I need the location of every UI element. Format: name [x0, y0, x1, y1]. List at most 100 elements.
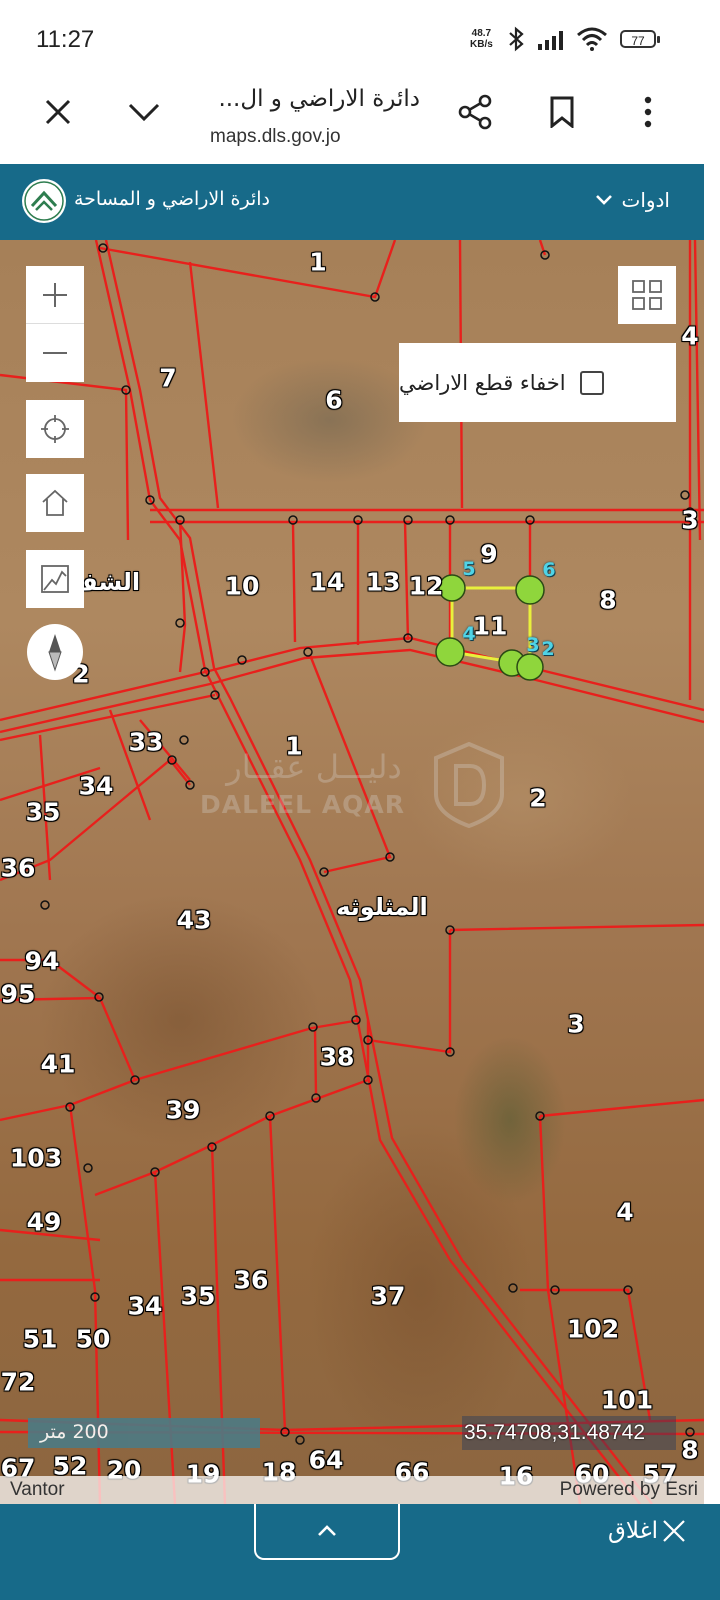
locate-button[interactable] [26, 400, 84, 458]
parcel-label[interactable]: 3 [567, 1010, 584, 1039]
scale-bar: 200 متر [28, 1418, 260, 1448]
watermark-english: DALEEL AQAR [200, 790, 406, 819]
parcel-label[interactable]: 37 [371, 1282, 406, 1311]
more-vert-icon [644, 96, 652, 128]
grid-layers-button[interactable] [618, 266, 676, 324]
share-button[interactable] [448, 76, 504, 148]
status-bar: 11:27 48.7 KB/s 77 [0, 0, 720, 76]
zoom-out-button[interactable] [26, 324, 84, 381]
expand-panel-button[interactable] [254, 1504, 400, 1560]
vertex-label: 2 [541, 638, 555, 660]
parcel-label[interactable]: 49 [27, 1208, 62, 1237]
compass-icon [48, 634, 62, 672]
parcel-label[interactable]: 34 [79, 772, 114, 801]
close-tab-button[interactable] [30, 76, 86, 148]
bookmark-button[interactable] [534, 76, 590, 148]
chevron-up-icon [318, 1525, 336, 1536]
plus-icon [43, 282, 67, 307]
place-label: المثلوثه [336, 893, 428, 921]
chevron-down-icon [596, 195, 613, 205]
parcel-label[interactable]: 39 [166, 1096, 201, 1125]
parcel-label[interactable]: 8 [681, 1436, 698, 1465]
parcel-label[interactable]: 34 [128, 1292, 163, 1321]
parcel-label[interactable]: 35 [26, 798, 61, 827]
app-title: دائرة الاراضي و المساحة [74, 188, 271, 210]
parcel-label[interactable]: 51 [23, 1325, 58, 1354]
parcel-label[interactable]: 8 [599, 586, 616, 615]
grid-icon [632, 280, 662, 310]
chevron-down-icon [128, 103, 160, 122]
parcel-label[interactable]: 14 [310, 568, 345, 597]
parcel-label[interactable]: 38 [320, 1043, 355, 1072]
page-edge [704, 164, 720, 1504]
dls-logo-icon [24, 181, 64, 221]
parcel-label[interactable]: 103 [10, 1144, 62, 1173]
hide-parcels-checkbox[interactable] [579, 370, 604, 395]
parcel-label[interactable]: 9 [480, 540, 497, 569]
close-label: اغلاق [608, 1518, 658, 1544]
page-title: دائرة الاراضي و ال... [218, 86, 420, 112]
vertex-label: 3 [526, 634, 540, 656]
vertex-label: 5 [462, 558, 476, 580]
zoom-in-button[interactable] [26, 266, 84, 324]
parcel-label[interactable]: 43 [177, 906, 212, 935]
parcel-label[interactable]: 36 [1, 854, 36, 883]
parcel-label[interactable]: 3 [681, 506, 698, 535]
basemap-icon [41, 565, 69, 593]
zoom-controls [26, 266, 84, 382]
parcel-label[interactable]: 41 [41, 1050, 76, 1079]
parcel-label[interactable]: 101 [601, 1386, 653, 1415]
parcel-label[interactable]: 4 [616, 1198, 633, 1227]
scale-label: 200 متر [40, 1421, 109, 1443]
parcel-label[interactable]: 36 [234, 1266, 269, 1295]
page-url[interactable]: maps.dls.gov.jo [210, 126, 341, 148]
bottom-bar: اغلاق [0, 1504, 720, 1600]
compass-button[interactable] [27, 624, 83, 680]
parcel-label[interactable]: 64 [309, 1446, 344, 1475]
parcel-label[interactable]: 11 [473, 612, 508, 641]
parcel-label[interactable]: 102 [567, 1315, 619, 1344]
parcel-label[interactable]: 35 [181, 1282, 216, 1311]
parcel-label[interactable]: 6 [325, 386, 342, 415]
map-attribution: Vantor Powered by Esri [0, 1476, 704, 1504]
parcel-label[interactable]: 72 [1, 1368, 36, 1397]
close-panel-button[interactable]: اغلاق [608, 1518, 686, 1544]
watermark-logo-icon [434, 742, 504, 828]
watermark: دليـــل عقــار DALEEL AQAR [200, 740, 520, 840]
parcel-label[interactable]: 10 [225, 572, 260, 601]
parcel-label[interactable]: 4 [681, 322, 698, 351]
net-speed-unit: KB/s [470, 39, 493, 50]
collapse-button[interactable] [116, 76, 172, 148]
parcel-label[interactable]: 1 [309, 248, 326, 277]
coordinates-readout: 35.74708,31.48742 [462, 1416, 676, 1450]
bluetooth-icon [509, 26, 524, 52]
hide-parcels-label[interactable]: اخفاء قطع الاراضي [399, 371, 566, 395]
tools-menu-button[interactable]: ادوات [595, 188, 670, 212]
attribution-powered-by[interactable]: Powered by Esri [560, 1479, 698, 1501]
parcel-label[interactable]: 13 [366, 568, 401, 597]
attribution-source: Vantor [10, 1479, 65, 1500]
parcel-label[interactable]: 94 [25, 947, 60, 976]
parcel-label[interactable]: 95 [1, 980, 36, 1009]
more-options-button[interactable] [620, 76, 676, 148]
tools-label: ادوات [621, 188, 670, 212]
home-button[interactable] [26, 474, 84, 532]
parcel-label[interactable]: 7 [159, 364, 176, 393]
signal-icon [538, 31, 563, 50]
vertex-label: 4 [462, 623, 476, 645]
parcel-label[interactable]: 2 [529, 784, 546, 813]
home-icon [42, 489, 68, 516]
hide-parcels-panel: اخفاء قطع الاراضي [399, 343, 676, 422]
status-time: 11:27 [36, 26, 95, 53]
parcel-label[interactable]: 1 [285, 732, 302, 761]
parcel-label[interactable]: 12 [409, 572, 444, 601]
battery-icon: 77 [620, 30, 660, 48]
vertex-label: 6 [542, 559, 556, 581]
share-icon [458, 94, 492, 130]
basemap-button[interactable] [26, 550, 84, 608]
minus-icon [43, 351, 67, 354]
dls-logo [22, 179, 66, 223]
parcel-label[interactable]: 50 [76, 1325, 111, 1354]
parcel-label[interactable]: 33 [129, 728, 164, 757]
map-view[interactable]: دليـــل عقــار DALEEL AQAR 1 7 6 4 3 10 … [0, 240, 704, 1504]
